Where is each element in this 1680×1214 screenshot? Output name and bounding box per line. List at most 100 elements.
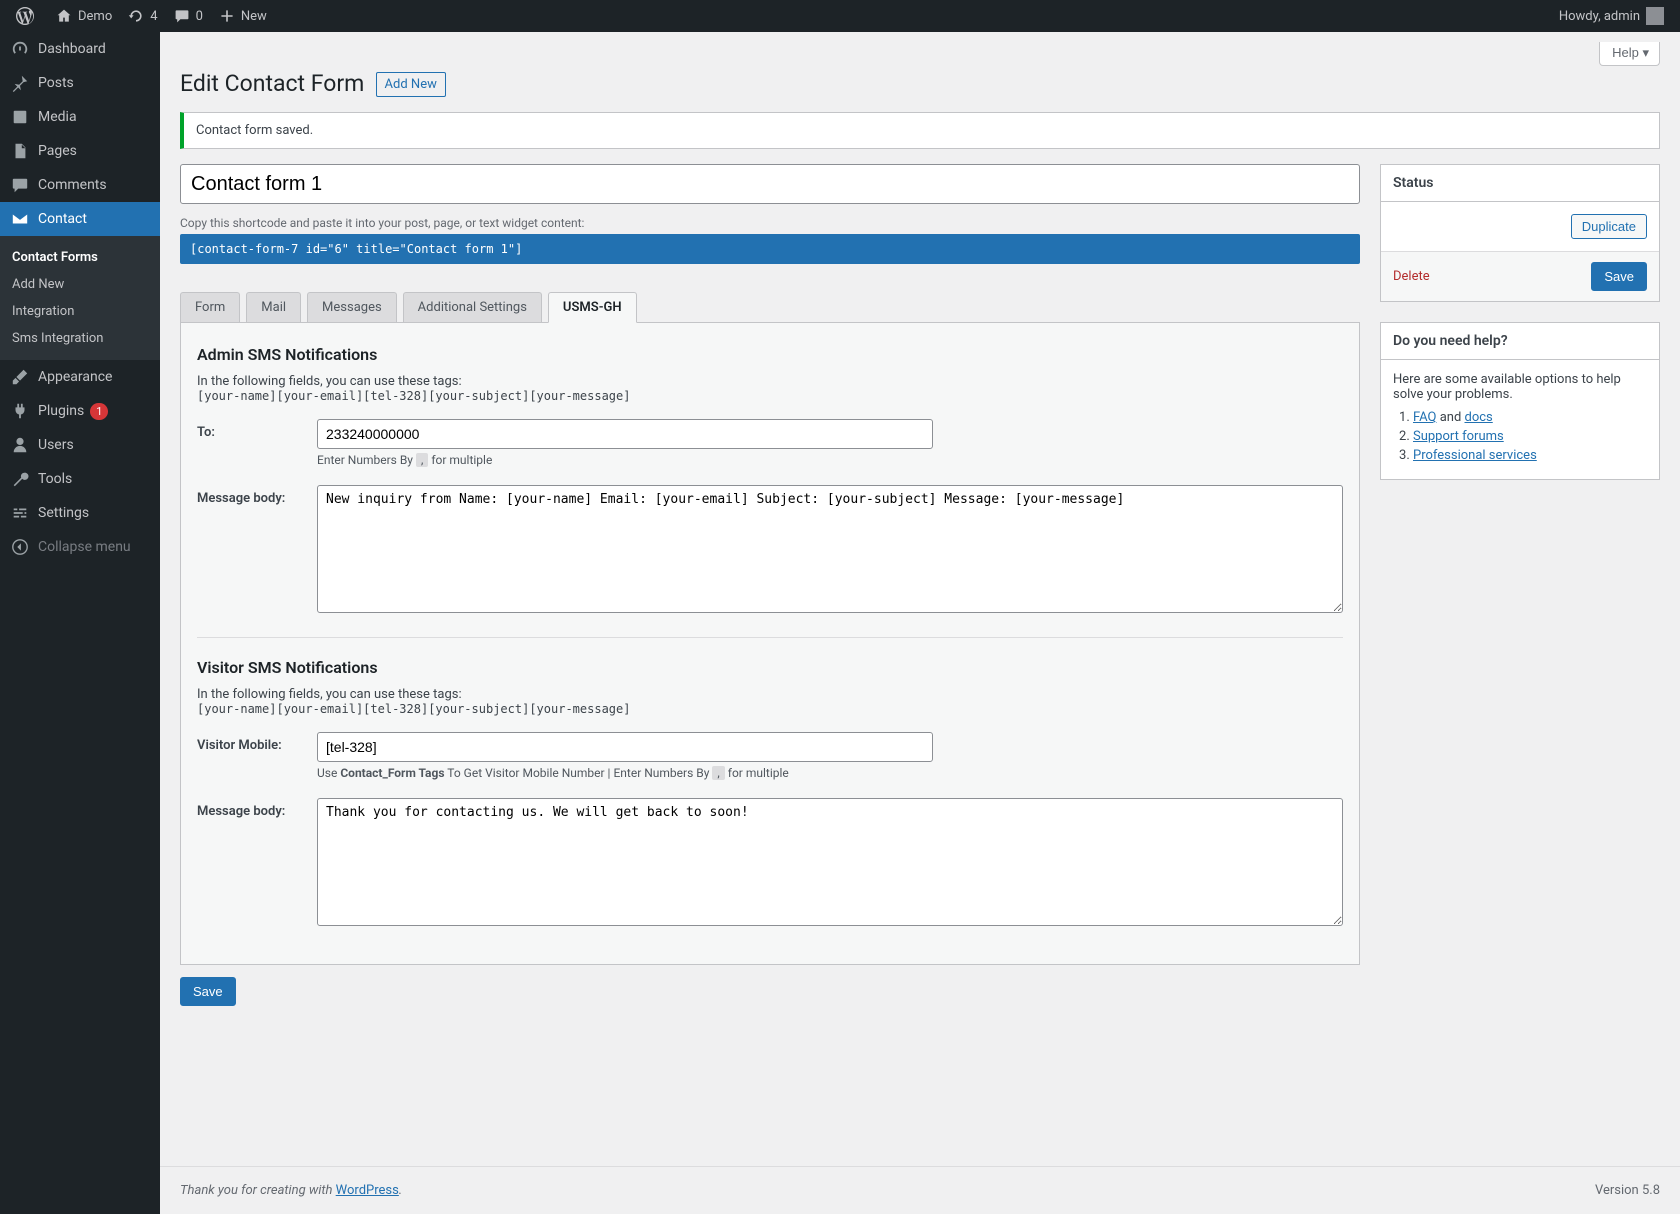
screen-meta: Help ▾: [1599, 42, 1660, 66]
notice-saved: Contact form saved.: [180, 112, 1660, 149]
form-title-input[interactable]: [180, 164, 1360, 204]
admin-menu: Dashboard Posts Media Pages Comments Con…: [0, 32, 160, 1214]
howdy-text: Howdy, admin: [1559, 9, 1640, 24]
user-icon: [10, 436, 30, 454]
menu-plugins[interactable]: Plugins1: [0, 394, 160, 428]
comments-icon: [10, 176, 30, 194]
sliders-icon: [10, 504, 30, 522]
submenu-sms-integration[interactable]: Sms Integration: [0, 325, 160, 352]
new-label: New: [241, 9, 267, 24]
save-button-side[interactable]: Save: [1591, 262, 1647, 291]
admin-tags: [your-name][your-email][tel-328][your-su…: [197, 389, 1343, 403]
media-icon: [10, 108, 30, 126]
help-item-pro: Professional services: [1413, 448, 1647, 463]
visitor-sms-title: Visitor SMS Notifications: [197, 658, 1343, 677]
delete-link[interactable]: Delete: [1393, 269, 1430, 284]
wrench-icon: [10, 470, 30, 488]
visitor-body-label: Message body:: [197, 798, 317, 819]
collapse-icon: [10, 538, 30, 556]
site-name: Demo: [78, 9, 112, 24]
my-account[interactable]: Howdy, admin: [1551, 0, 1672, 32]
menu-appearance[interactable]: Appearance: [0, 360, 160, 394]
menu-posts[interactable]: Posts: [0, 66, 160, 100]
comments-count: 0: [196, 9, 203, 24]
page-title: Edit Contact Form: [180, 70, 364, 97]
update-icon: [128, 8, 144, 24]
to-label: To:: [197, 419, 317, 440]
help-tab-toggle[interactable]: Help ▾: [1599, 42, 1660, 66]
section-separator: [197, 637, 1343, 638]
submenu-integration[interactable]: Integration: [0, 298, 160, 325]
menu-collapse[interactable]: Collapse menu: [0, 530, 160, 564]
admin-tags-intro: In the following fields, you can use the…: [197, 374, 1343, 389]
submenu-contact: Contact Forms Add New Integration Sms In…: [0, 236, 160, 360]
new-content-link[interactable]: New: [211, 0, 275, 32]
shortcode-hint: Copy this shortcode and paste it into yo…: [180, 216, 1360, 230]
visitor-mobile-label: Visitor Mobile:: [197, 732, 317, 753]
help-box: Do you need help? Here are some availabl…: [1380, 322, 1660, 480]
mail-icon: [10, 210, 30, 228]
page-icon: [10, 142, 30, 160]
shortcode-display[interactable]: [contact-form-7 id="6" title="Contact fo…: [180, 234, 1360, 264]
to-hint: Enter Numbers By , for multiple: [317, 453, 1343, 467]
submenu-contact-forms[interactable]: Contact Forms: [0, 244, 160, 271]
tab-panel: Admin SMS Notifications In the following…: [180, 323, 1360, 965]
plus-icon: [219, 8, 235, 24]
wordpress-icon: [16, 7, 34, 25]
version-text: Version 5.8: [1595, 1183, 1660, 1198]
faq-link[interactable]: FAQ: [1413, 410, 1436, 425]
admin-body-textarea[interactable]: [317, 485, 1343, 613]
to-input[interactable]: [317, 419, 933, 449]
save-button-bottom[interactable]: Save: [180, 977, 236, 1006]
updates-link[interactable]: 4: [120, 0, 165, 32]
menu-comments[interactable]: Comments: [0, 168, 160, 202]
tab-additional-settings[interactable]: Additional Settings: [403, 292, 542, 322]
tabs: Form Mail Messages Additional Settings U…: [180, 292, 1360, 323]
menu-media[interactable]: Media: [0, 100, 160, 134]
duplicate-button[interactable]: Duplicate: [1571, 214, 1647, 239]
dashboard-icon: [10, 40, 30, 58]
pin-icon: [10, 74, 30, 92]
menu-settings[interactable]: Settings: [0, 496, 160, 530]
site-name-link[interactable]: Demo: [48, 0, 120, 32]
help-box-title: Do you need help?: [1381, 323, 1659, 360]
pro-link[interactable]: Professional services: [1413, 448, 1537, 463]
add-new-button[interactable]: Add New: [376, 72, 446, 97]
plugins-badge: 1: [90, 403, 108, 420]
admin-body-label: Message body:: [197, 485, 317, 506]
help-item-faq: FAQ and docs: [1413, 410, 1647, 425]
tab-form[interactable]: Form: [180, 292, 240, 322]
wp-logo[interactable]: [8, 0, 48, 32]
admin-footer: Thank you for creating with WordPress. V…: [160, 1166, 1680, 1214]
plug-icon: [10, 402, 30, 420]
docs-link[interactable]: docs: [1465, 410, 1493, 425]
visitor-body-textarea[interactable]: [317, 798, 1343, 926]
menu-contact[interactable]: Contact: [0, 202, 160, 236]
status-box-title: Status: [1381, 165, 1659, 202]
visitor-mobile-input[interactable]: [317, 732, 933, 762]
wordpress-link[interactable]: WordPress: [336, 1183, 399, 1198]
help-box-intro: Here are some available options to help …: [1393, 372, 1647, 402]
visitor-tags-intro: In the following fields, you can use the…: [197, 687, 1343, 702]
home-icon: [56, 8, 72, 24]
admin-bar: Demo 4 0 New Howdy, admin: [0, 0, 1680, 32]
menu-dashboard[interactable]: Dashboard: [0, 32, 160, 66]
help-item-forums: Support forums: [1413, 429, 1647, 444]
tab-messages[interactable]: Messages: [307, 292, 397, 322]
visitor-mobile-hint: Use Contact_Form Tags To Get Visitor Mob…: [317, 766, 1343, 780]
menu-users[interactable]: Users: [0, 428, 160, 462]
brush-icon: [10, 368, 30, 386]
comments-link[interactable]: 0: [166, 0, 211, 32]
admin-sms-title: Admin SMS Notifications: [197, 345, 1343, 364]
submenu-add-new[interactable]: Add New: [0, 271, 160, 298]
comment-icon: [174, 8, 190, 24]
forums-link[interactable]: Support forums: [1413, 429, 1504, 444]
tab-mail[interactable]: Mail: [246, 292, 301, 322]
visitor-tags: [your-name][your-email][tel-328][your-su…: [197, 702, 1343, 716]
menu-tools[interactable]: Tools: [0, 462, 160, 496]
tab-usms-gh[interactable]: USMS-GH: [548, 292, 637, 323]
avatar: [1646, 7, 1664, 25]
menu-pages[interactable]: Pages: [0, 134, 160, 168]
status-box: Status Duplicate Delete Save: [1380, 164, 1660, 302]
updates-count: 4: [150, 9, 157, 24]
